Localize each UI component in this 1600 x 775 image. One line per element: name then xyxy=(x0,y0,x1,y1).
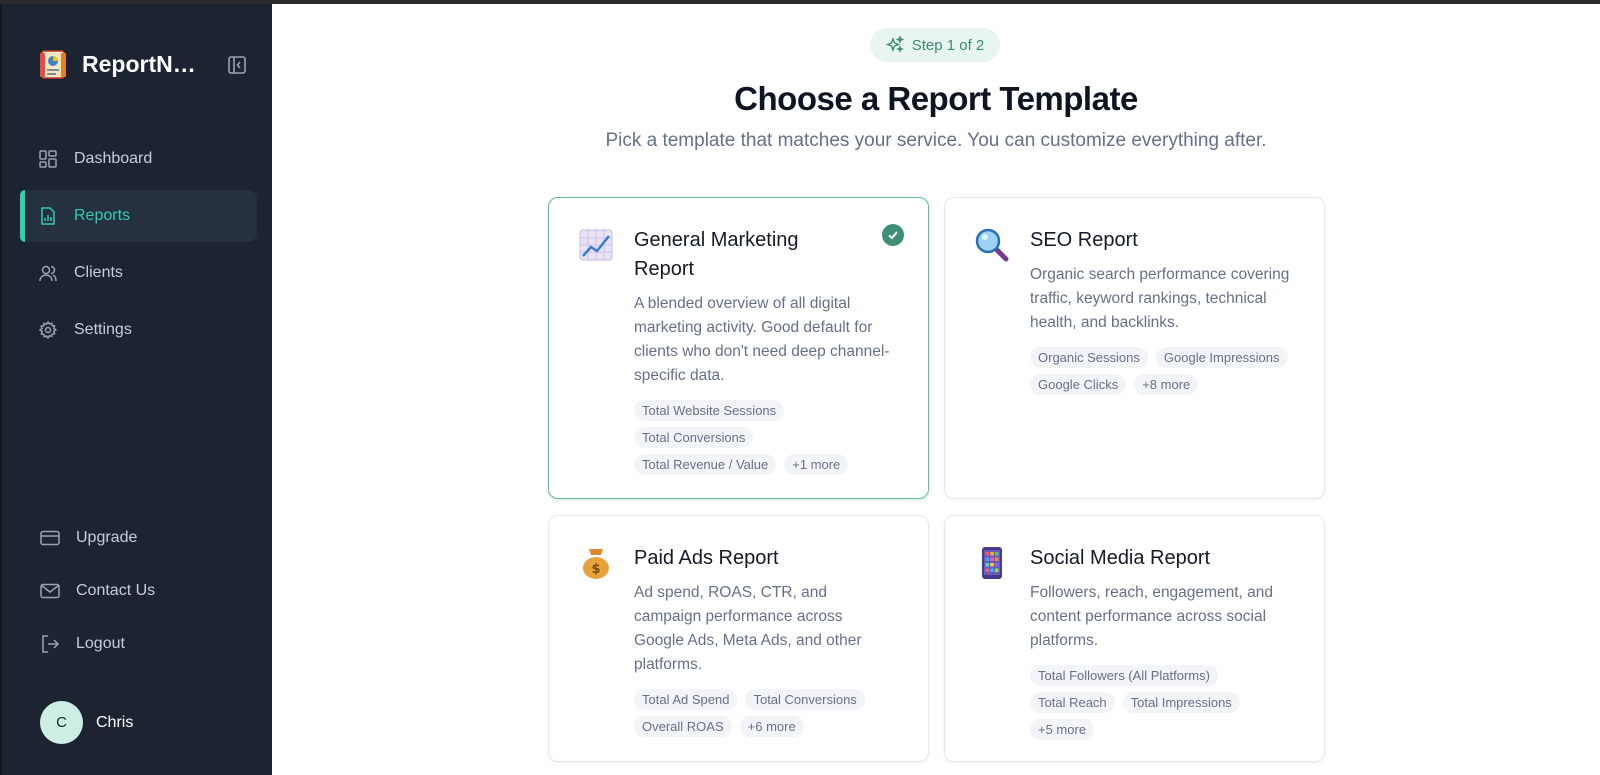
metric-tag: Total Reach xyxy=(1030,692,1115,713)
sidebar-item-clients[interactable]: Clients xyxy=(20,247,257,299)
brand-name: ReportNe... xyxy=(82,50,200,77)
sidebar-item-label: Clients xyxy=(74,264,123,281)
collapse-sidebar-icon[interactable] xyxy=(226,54,248,76)
gear-icon xyxy=(38,320,58,340)
card-description: Ad spend, ROAS, CTR, and campaign perfor… xyxy=(634,584,862,673)
sidebar-item-label: Contact Us xyxy=(76,581,156,599)
credit-card-icon xyxy=(40,528,60,548)
metric-tag: Google Clicks xyxy=(1030,374,1127,395)
card-title: SEO Report xyxy=(1030,229,1138,251)
sidebar-item-label: Logout xyxy=(76,634,125,652)
metric-tag: Total Revenue / Value xyxy=(634,454,777,475)
user-name: Chris xyxy=(96,713,134,731)
sidebar-item-dashboard[interactable]: Dashboard xyxy=(20,133,257,185)
sidebar-item-contact-us[interactable]: Contact Us xyxy=(40,564,250,617)
metric-tag: Total Impressions xyxy=(1122,692,1240,713)
report-icon xyxy=(38,206,58,226)
metric-tag: Total Conversions xyxy=(745,689,865,710)
card-description: Organic search performance covering traf… xyxy=(1030,266,1290,331)
card-title: Social Media Report xyxy=(1030,547,1211,569)
avatar: C xyxy=(40,701,83,744)
template-card-general-marketing[interactable]: General Marketing Report A blended overv… xyxy=(548,197,929,499)
template-card-paid-ads[interactable]: $ Paid Ads Report Ad spend, ROAS, CTR, a… xyxy=(548,515,929,762)
template-card-social-media[interactable]: Social Media Report Followers, reach, en… xyxy=(944,515,1325,762)
secondary-nav: Upgrade Contact Us Logout xyxy=(40,511,250,670)
report-logo-icon xyxy=(36,47,70,81)
logout-icon xyxy=(40,634,60,654)
step-text: Step 1 of 2 xyxy=(911,36,985,54)
sidebar-item-label: Reports xyxy=(74,207,131,224)
brand: ReportNe... xyxy=(36,44,252,84)
more-tag: +1 more xyxy=(784,454,849,475)
page-title: Choose a Report Template xyxy=(734,80,1138,117)
sidebar-item-reports[interactable]: Reports xyxy=(20,190,257,242)
card-title: General Marketing Report xyxy=(634,229,799,280)
svg-text:$: $ xyxy=(591,562,600,577)
card-description: A blended overview of all digital market… xyxy=(634,295,890,384)
sidebar-item-label: Upgrade xyxy=(76,528,138,546)
main-nav: Dashboard Reports Clients Settings xyxy=(20,133,257,361)
sidebar-item-logout[interactable]: Logout xyxy=(40,617,250,670)
metric-tag: Total Followers (All Platforms) xyxy=(1030,665,1218,686)
step-indicator: Step 1 of 2 xyxy=(870,28,1000,62)
template-grid: General Marketing Report A blended overv… xyxy=(548,197,1325,762)
metric-tags: Total Website Sessions Total Conversions… xyxy=(634,400,902,475)
sidebar-item-label: Dashboard xyxy=(74,150,153,167)
metric-tag: Google Impressions xyxy=(1155,347,1288,368)
users-icon xyxy=(38,263,58,283)
more-tag: +5 more xyxy=(1030,719,1095,740)
sparkles-icon xyxy=(885,36,904,54)
metric-tag: Total Ad Spend xyxy=(634,689,738,710)
mobile-phone-icon xyxy=(975,546,1009,580)
sidebar: ReportNe... Dashboard Reports Clients Se… xyxy=(0,4,272,775)
metric-tag: Total Website Sessions xyxy=(634,400,785,421)
more-tag: +6 more xyxy=(739,716,804,737)
sidebar-item-label: Settings xyxy=(74,321,132,338)
metric-tag: Organic Sessions xyxy=(1030,347,1148,368)
money-bag-icon: $ xyxy=(579,546,613,580)
metric-tag: Overall ROAS xyxy=(634,716,732,737)
metric-tags: Total Followers (All Platforms) Total Re… xyxy=(1030,665,1298,740)
metric-tags: Total Ad Spend Total Conversions Overall… xyxy=(634,689,902,737)
page-subtitle: Pick a template that matches your servic… xyxy=(605,130,1267,151)
sidebar-item-settings[interactable]: Settings xyxy=(20,304,257,356)
metric-tags: Organic Sessions Google Impressions Goog… xyxy=(1030,347,1298,395)
dashboard-icon xyxy=(38,149,58,169)
card-description: Followers, reach, engagement, and conten… xyxy=(1030,584,1273,649)
chart-increasing-icon xyxy=(579,228,613,262)
magnifying-glass-icon xyxy=(975,228,1009,262)
sidebar-item-upgrade[interactable]: Upgrade xyxy=(40,511,250,564)
user-profile[interactable]: C Chris xyxy=(40,701,133,744)
more-tag: +8 more xyxy=(1134,374,1199,395)
main-content: Step 1 of 2 Choose a Report Template Pic… xyxy=(272,4,1600,775)
selected-check-icon xyxy=(882,224,904,246)
app-window: ReportNe... Dashboard Reports Clients Se… xyxy=(0,4,1600,775)
card-title: Paid Ads Report xyxy=(634,547,779,569)
mail-icon xyxy=(40,581,60,601)
template-card-seo[interactable]: SEO Report Organic search performance co… xyxy=(944,197,1325,499)
metric-tag: Total Conversions xyxy=(634,427,754,448)
